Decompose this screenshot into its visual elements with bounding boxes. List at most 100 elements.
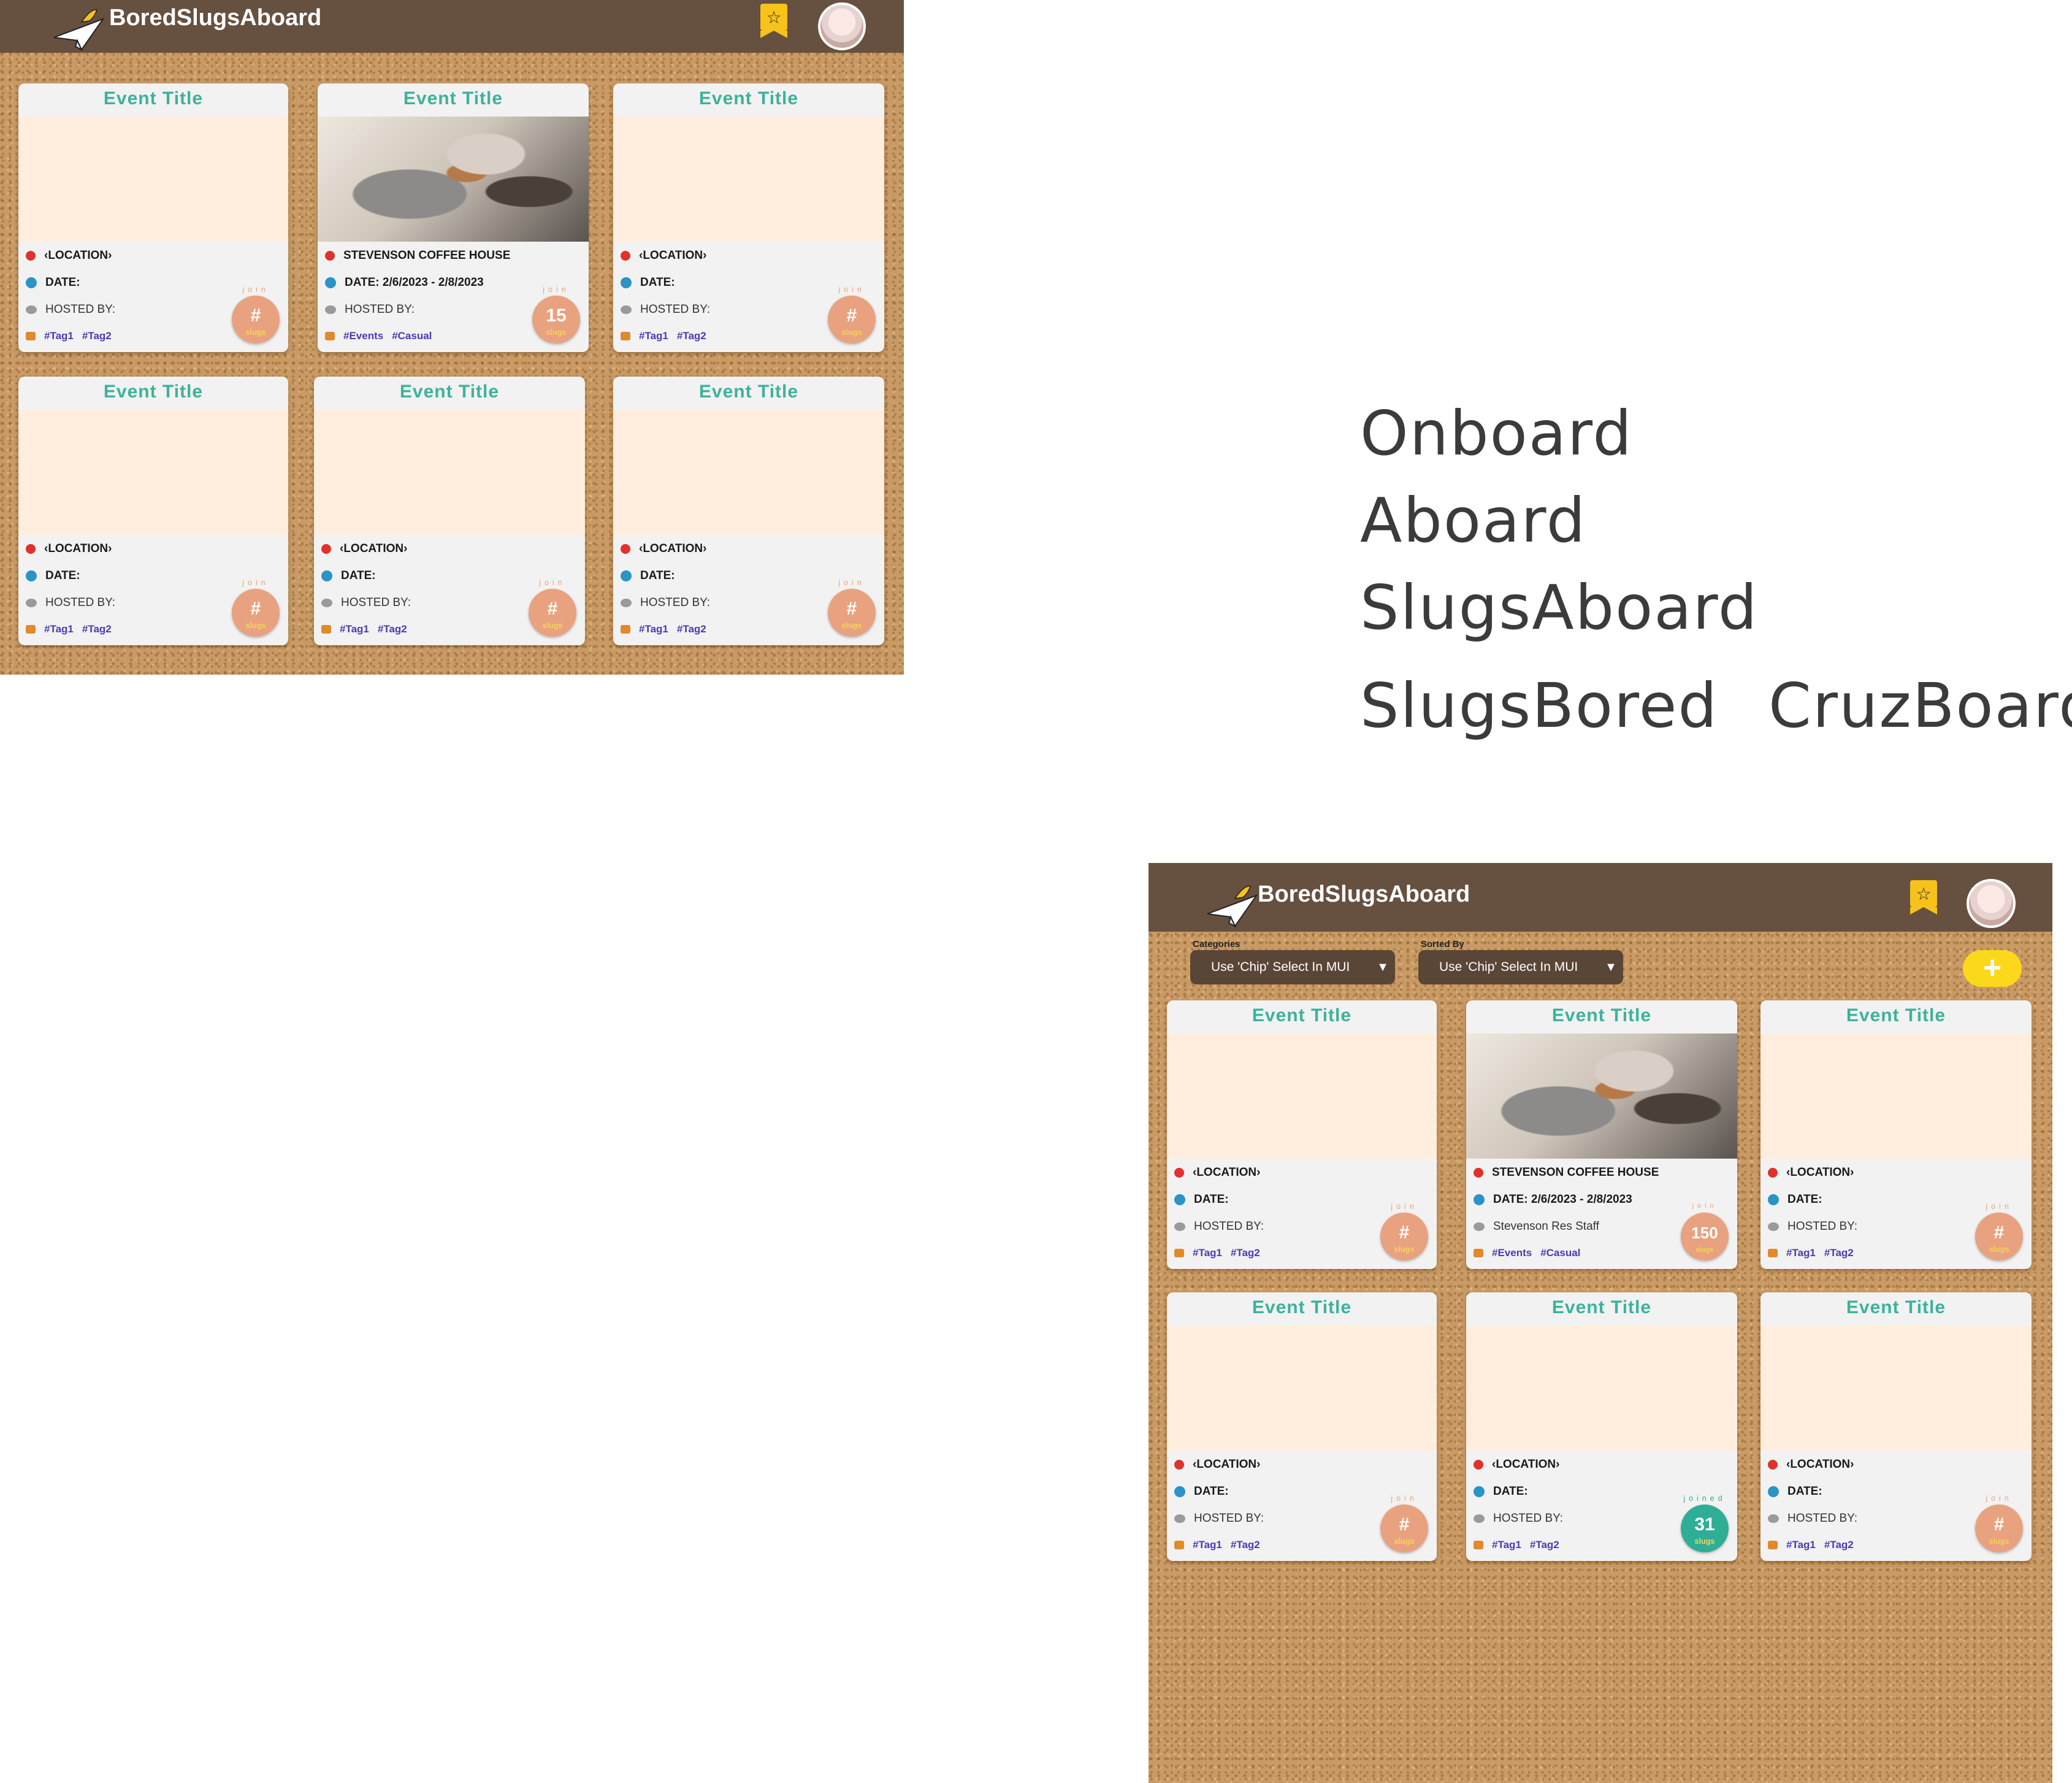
event-card[interactable]: Event Title ‹LOCATION› DATE: HOSTED BY: … xyxy=(613,83,884,352)
slug-count: # xyxy=(846,599,857,619)
host-text: HOSTED BY: xyxy=(341,596,411,609)
star-bookmark-icon: ☆ xyxy=(766,8,782,27)
tag-chip[interactable]: #Tag2 xyxy=(1231,1247,1260,1259)
event-card[interactable]: Event Title ‹LOCATION› DATE: HOSTED BY: … xyxy=(18,377,288,645)
name-idea: SlugsBored xyxy=(1360,670,1718,742)
badge-arc-text: join xyxy=(838,285,865,294)
tag-chip[interactable]: #Tag1 xyxy=(340,623,369,635)
clock-icon xyxy=(321,570,332,581)
event-card[interactable]: Event Title ‹LOCATION› DATE: HOSTED BY: … xyxy=(1760,1292,2032,1561)
event-card[interactable]: Event Title ‹LOCATION› DATE: HOSTED BY: … xyxy=(1167,1000,1437,1269)
host-text: HOSTED BY: xyxy=(1787,1512,1858,1525)
event-title[interactable]: Event Title xyxy=(1167,1297,1437,1318)
event-card[interactable]: Event Title ‹LOCATION› DATE: HOSTED BY: … xyxy=(18,83,288,352)
tag-chip[interactable]: #Tag2 xyxy=(1824,1539,1854,1551)
event-card[interactable]: Event Title STEVENSON COFFEE HOUSE DATE:… xyxy=(1466,1000,1737,1269)
badge-arc-text: joined xyxy=(1683,1494,1726,1503)
tag-chip[interactable]: #Tag2 xyxy=(677,623,706,635)
join-badge[interactable]: join # slugs xyxy=(1975,1494,2023,1552)
tag-chip[interactable]: #Events xyxy=(1492,1247,1532,1259)
join-badge[interactable]: join # slugs xyxy=(828,578,876,637)
slug-count: 31 xyxy=(1694,1514,1715,1535)
join-badge[interactable]: join # slugs xyxy=(828,285,876,343)
event-title[interactable]: Event Title xyxy=(1466,1005,1737,1026)
tag-chip[interactable]: #Tag1 xyxy=(639,330,668,342)
host-row: HOSTED BY: xyxy=(621,303,710,316)
date-row: DATE: xyxy=(621,569,675,583)
tag-chip[interactable]: #Tag2 xyxy=(677,330,706,342)
sorted-by-select[interactable]: Use 'Chip' Select In MUI ▼ xyxy=(1418,950,1623,984)
event-title[interactable]: Event Title xyxy=(318,88,589,109)
host-row: Stevenson Res Staff xyxy=(1474,1220,1599,1233)
badge-sub-text: slugs xyxy=(1694,1537,1715,1546)
tag-chip[interactable]: #Tag2 xyxy=(82,330,112,342)
tag-chip[interactable]: #Events xyxy=(343,330,383,342)
join-badge[interactable]: join # slugs xyxy=(1380,1494,1428,1552)
board-mockup-2: BoredSlugsAboard ☆ Categories Use 'Chip'… xyxy=(1149,863,2052,1783)
tag-chip[interactable]: #Tag1 xyxy=(44,330,74,342)
event-title[interactable]: Event Title xyxy=(18,382,288,402)
event-image-placeholder xyxy=(18,410,288,535)
badge-arc-text: join xyxy=(242,285,269,294)
add-event-button[interactable]: + xyxy=(1963,950,2022,987)
join-badge[interactable]: join # slugs xyxy=(529,578,576,637)
tag-chip[interactable]: #Tag1 xyxy=(1786,1247,1816,1259)
tag-chip[interactable]: #Tag2 xyxy=(1530,1539,1559,1551)
join-badge[interactable]: join # slugs xyxy=(232,285,280,343)
avatar[interactable] xyxy=(818,2,866,50)
categories-select-value: Use 'Chip' Select In MUI xyxy=(1211,960,1350,974)
tag-chip[interactable]: #Casual xyxy=(1540,1247,1580,1259)
badge-arc-text: join xyxy=(1391,1202,1418,1211)
date-text: DATE: xyxy=(45,276,80,289)
tag-chip[interactable]: #Tag2 xyxy=(82,623,112,635)
tag-chip[interactable]: #Tag1 xyxy=(1193,1247,1222,1259)
event-title[interactable]: Event Title xyxy=(613,382,884,402)
event-card[interactable]: Event Title ‹LOCATION› DATE: HOSTED BY: … xyxy=(1466,1292,1737,1561)
tag-icon xyxy=(1768,1541,1778,1549)
tag-chip[interactable]: #Tag2 xyxy=(1824,1247,1854,1259)
event-title[interactable]: Event Title xyxy=(1466,1297,1737,1318)
tag-chip[interactable]: #Tag1 xyxy=(1492,1539,1521,1551)
event-title[interactable]: Event Title xyxy=(1167,1005,1437,1026)
date-text: DATE: 2/6/2023 - 2/8/2023 xyxy=(345,276,484,289)
join-badge[interactable]: join # slugs xyxy=(232,578,280,637)
tag-chip[interactable]: #Tag1 xyxy=(1786,1539,1816,1551)
date-row: DATE: xyxy=(321,569,376,583)
event-card[interactable]: Event Title ‹LOCATION› DATE: HOSTED BY: … xyxy=(314,377,585,645)
avatar[interactable] xyxy=(1967,879,2016,928)
event-card[interactable]: Event Title ‹LOCATION› DATE: HOSTED BY: … xyxy=(1760,1000,2032,1269)
paper-plane-slug-logo-icon xyxy=(53,9,105,52)
paper-plane-slug-logo-icon xyxy=(1207,886,1258,928)
event-title[interactable]: Event Title xyxy=(613,88,884,109)
bookmark-button[interactable]: ☆ xyxy=(1910,880,1937,915)
tag-chip[interactable]: #Tag1 xyxy=(44,623,74,635)
tag-icon xyxy=(321,625,331,634)
tag-chip[interactable]: #Tag2 xyxy=(1231,1539,1260,1551)
slug-count: 15 xyxy=(546,305,567,326)
join-badge[interactable]: join # slugs xyxy=(1975,1202,2023,1260)
host-text: HOSTED BY: xyxy=(1194,1220,1264,1233)
join-badge[interactable]: join # slugs xyxy=(1380,1202,1428,1260)
joined-badge[interactable]: joined 31 slugs xyxy=(1681,1494,1729,1552)
brand-title[interactable]: BoredSlugsAboard xyxy=(1258,881,1470,908)
brand-title[interactable]: BoredSlugsAboard xyxy=(109,5,321,31)
event-card[interactable]: Event Title ‹LOCATION› DATE: HOSTED BY: … xyxy=(613,377,884,645)
join-badge[interactable]: join 150 slugs xyxy=(1681,1202,1729,1260)
tag-chip[interactable]: #Tag2 xyxy=(378,623,407,635)
host-text: HOSTED BY: xyxy=(1194,1512,1264,1525)
tag-chip[interactable]: #Tag1 xyxy=(639,623,668,635)
event-card[interactable]: Event Title STEVENSON COFFEE HOUSE DATE:… xyxy=(318,83,589,352)
bookmark-button[interactable]: ☆ xyxy=(760,4,787,38)
clock-icon xyxy=(1474,1486,1485,1497)
host-row: HOSTED BY: xyxy=(1768,1512,1857,1525)
join-badge[interactable]: join 15 slugs xyxy=(532,285,580,343)
tag-chip[interactable]: #Tag1 xyxy=(1193,1539,1222,1551)
event-title[interactable]: Event Title xyxy=(1760,1005,2032,1026)
event-card[interactable]: Event Title ‹LOCATION› DATE: HOSTED BY: … xyxy=(1167,1292,1437,1561)
clock-icon xyxy=(1768,1486,1779,1497)
event-title[interactable]: Event Title xyxy=(18,88,288,109)
tag-chip[interactable]: #Casual xyxy=(392,330,432,342)
categories-select[interactable]: Use 'Chip' Select In MUI ▼ xyxy=(1190,950,1395,984)
event-title[interactable]: Event Title xyxy=(1760,1297,2032,1318)
event-title[interactable]: Event Title xyxy=(314,382,585,402)
